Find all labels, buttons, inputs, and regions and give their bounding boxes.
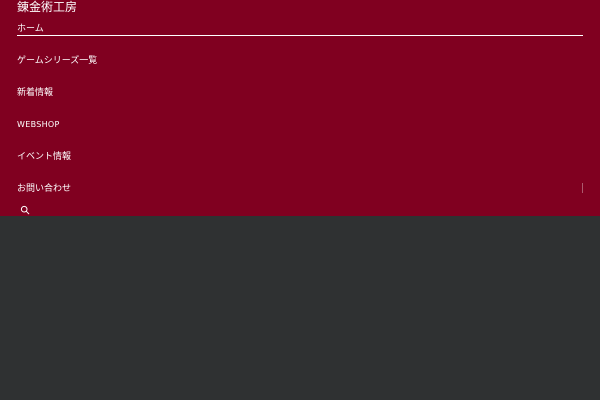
navigation-menu-panel: 錬金術工房 ホーム ゲームシリーズ一覧 新着情報 WEBSHOP イベント情報 … bbox=[0, 0, 600, 216]
nav-item-webshop[interactable]: WEBSHOP bbox=[17, 117, 60, 133]
search-icon[interactable] bbox=[20, 205, 30, 215]
content-area bbox=[0, 216, 600, 400]
nav-item-news[interactable]: 新着情報 bbox=[17, 85, 53, 101]
nav-item-events[interactable]: イベント情報 bbox=[17, 149, 71, 165]
nav-item-contact[interactable]: お問い合わせ bbox=[17, 181, 71, 197]
nav-item-game-series[interactable]: ゲームシリーズ一覧 bbox=[17, 53, 97, 69]
site-title[interactable]: 錬金術工房 bbox=[17, 0, 77, 14]
page: 錬金術工房 ホーム ゲームシリーズ一覧 新着情報 WEBSHOP イベント情報 … bbox=[0, 0, 600, 400]
menu-scroll-indicator bbox=[582, 183, 583, 193]
nav-item-home[interactable]: ホーム bbox=[17, 21, 583, 36]
